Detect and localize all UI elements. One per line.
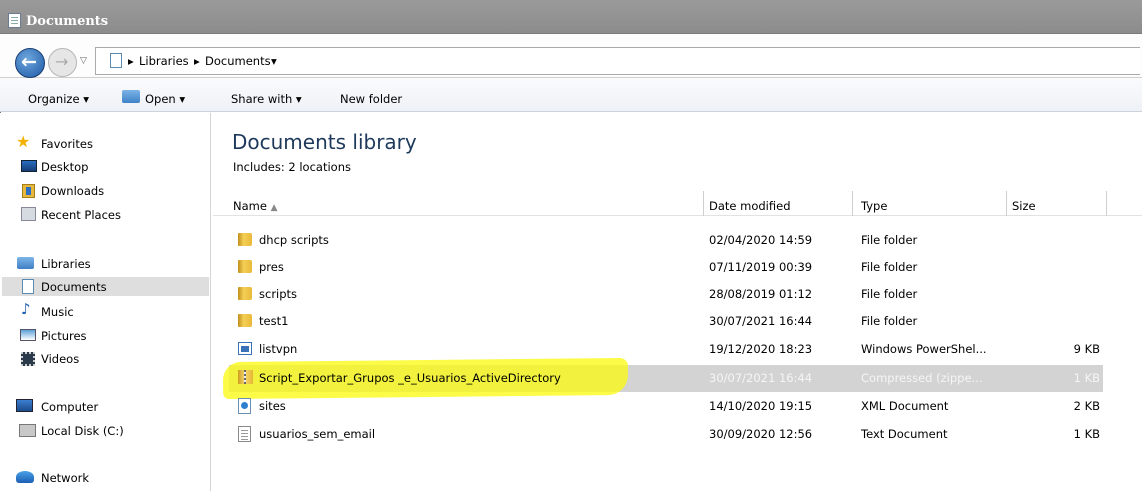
powershell-script-icon bbox=[238, 342, 252, 355]
organize-button[interactable]: Organize ▾ bbox=[28, 92, 89, 106]
file-date: 19/12/2020 18:23 bbox=[709, 342, 813, 356]
local-disk-icon bbox=[19, 424, 36, 437]
nav-videos[interactable]: Videos bbox=[41, 352, 79, 366]
column-divider[interactable] bbox=[1006, 191, 1007, 216]
open-icon bbox=[122, 90, 140, 103]
xml-document-icon bbox=[238, 398, 251, 414]
file-name: test1 bbox=[259, 314, 289, 328]
text-document-icon bbox=[238, 426, 251, 442]
breadcrumb-arrow-icon[interactable]: ▸ bbox=[128, 54, 134, 68]
file-size: 9 KB bbox=[1073, 342, 1100, 356]
file-type: XML Document bbox=[861, 399, 949, 413]
file-size: 2 KB bbox=[1073, 399, 1100, 413]
column-header-type[interactable]: Type bbox=[861, 199, 887, 213]
breadcrumb-documents[interactable]: Documents bbox=[205, 54, 271, 68]
chevron-down-icon: ▾ bbox=[83, 92, 89, 106]
file-size: 1 KB bbox=[1073, 427, 1100, 441]
nav-downloads[interactable]: Downloads bbox=[41, 184, 104, 198]
videos-icon bbox=[21, 352, 35, 366]
nav-favorites[interactable]: Favorites bbox=[41, 137, 93, 151]
file-name: usuarios_sem_email bbox=[259, 427, 376, 441]
pictures-icon bbox=[20, 329, 36, 341]
documents-icon bbox=[8, 13, 21, 28]
file-date: 30/09/2020 12:56 bbox=[709, 427, 813, 441]
nav-libraries[interactable]: Libraries bbox=[41, 257, 91, 271]
file-type: File folder bbox=[861, 287, 918, 301]
file-type: Text Document bbox=[861, 427, 948, 441]
nav-pictures[interactable]: Pictures bbox=[41, 329, 87, 343]
share-with-button[interactable]: Share with ▾ bbox=[231, 92, 302, 106]
file-date: 07/11/2019 00:39 bbox=[709, 260, 813, 274]
file-type: Compressed (zippe... bbox=[861, 371, 983, 385]
recent-pages-dropdown[interactable]: ▽ bbox=[80, 56, 87, 66]
file-type: File folder bbox=[861, 260, 918, 274]
music-icon: ♪ bbox=[21, 300, 31, 318]
chevron-down-icon: ▾ bbox=[179, 92, 186, 106]
breadcrumb-libraries[interactable]: Libraries bbox=[139, 54, 189, 68]
file-date: 02/04/2020 14:59 bbox=[709, 233, 813, 247]
column-header-date[interactable]: Date modified bbox=[709, 199, 791, 213]
file-name: sites bbox=[259, 399, 286, 413]
back-button[interactable] bbox=[15, 48, 45, 78]
column-divider[interactable] bbox=[852, 191, 853, 216]
file-name: scripts bbox=[259, 287, 298, 301]
library-includes: Includes: 2 locations bbox=[233, 160, 351, 174]
downloads-icon bbox=[22, 184, 35, 198]
file-name: listvpn bbox=[259, 342, 298, 356]
file-type: File folder bbox=[861, 233, 918, 247]
nav-documents[interactable]: Documents bbox=[41, 280, 107, 294]
locations-link[interactable]: 2 locations bbox=[288, 160, 351, 174]
file-date: 28/08/2019 01:12 bbox=[709, 287, 813, 301]
file-date: 30/07/2021 16:44 bbox=[709, 371, 813, 385]
file-date: 30/07/2021 16:44 bbox=[709, 314, 813, 328]
file-type: Windows PowerShel... bbox=[861, 342, 987, 356]
open-label: Open bbox=[145, 92, 176, 106]
folder-icon bbox=[238, 233, 252, 246]
nav-network[interactable]: Network bbox=[41, 471, 89, 485]
file-date: 14/10/2020 19:15 bbox=[709, 399, 813, 413]
new-folder-button[interactable]: New folder bbox=[340, 92, 402, 106]
column-header-name[interactable]: Name ▲ bbox=[233, 199, 278, 213]
sort-ascending-icon: ▲ bbox=[270, 203, 278, 213]
computer-icon bbox=[16, 399, 33, 412]
name-header-label: Name bbox=[233, 199, 267, 213]
column-divider[interactable] bbox=[1106, 191, 1107, 216]
column-header-bar bbox=[213, 191, 1142, 216]
includes-label: Includes: bbox=[233, 160, 285, 174]
desktop-icon bbox=[21, 160, 37, 172]
breadcrumb-arrow-icon[interactable]: ▸ bbox=[194, 54, 200, 68]
title-bar[interactable]: Documents bbox=[0, 0, 1142, 34]
window-title: Documents bbox=[26, 14, 109, 29]
folder-icon bbox=[238, 260, 252, 273]
file-name: dhcp scripts bbox=[259, 233, 329, 247]
file-type: File folder bbox=[861, 314, 918, 328]
zip-folder-icon bbox=[238, 370, 253, 384]
nav-recent-places[interactable]: Recent Places bbox=[41, 208, 121, 222]
folder-icon bbox=[238, 287, 252, 300]
file-name: Script_Exportar_Grupos _e_Usuarios_Activ… bbox=[259, 371, 561, 385]
chevron-down-icon: ▾ bbox=[295, 92, 302, 106]
library-title: Documents library bbox=[232, 130, 417, 154]
share-with-label: Share with bbox=[231, 92, 293, 106]
nav-music[interactable]: Music bbox=[41, 305, 74, 319]
file-name: pres bbox=[259, 260, 284, 274]
nav-local-disk[interactable]: Local Disk (C:) bbox=[41, 424, 124, 438]
column-header-size[interactable]: Size bbox=[1012, 199, 1036, 213]
open-button[interactable]: Open ▾ bbox=[145, 92, 185, 106]
folder-icon bbox=[238, 314, 252, 327]
breadcrumb-dropdown-icon[interactable]: ▾ bbox=[271, 54, 277, 68]
nav-desktop[interactable]: Desktop bbox=[41, 160, 88, 174]
recent-places-icon bbox=[21, 207, 36, 221]
documents-library-icon bbox=[110, 53, 122, 68]
forward-button[interactable] bbox=[48, 48, 77, 77]
nav-computer[interactable]: Computer bbox=[41, 400, 98, 414]
libraries-icon bbox=[17, 257, 34, 269]
star-icon: ★ bbox=[16, 132, 31, 151]
file-size: 1 KB bbox=[1073, 371, 1100, 385]
column-divider[interactable] bbox=[703, 191, 704, 216]
document-icon bbox=[22, 279, 34, 294]
network-icon bbox=[16, 471, 34, 483]
organize-label: Organize bbox=[28, 92, 80, 106]
